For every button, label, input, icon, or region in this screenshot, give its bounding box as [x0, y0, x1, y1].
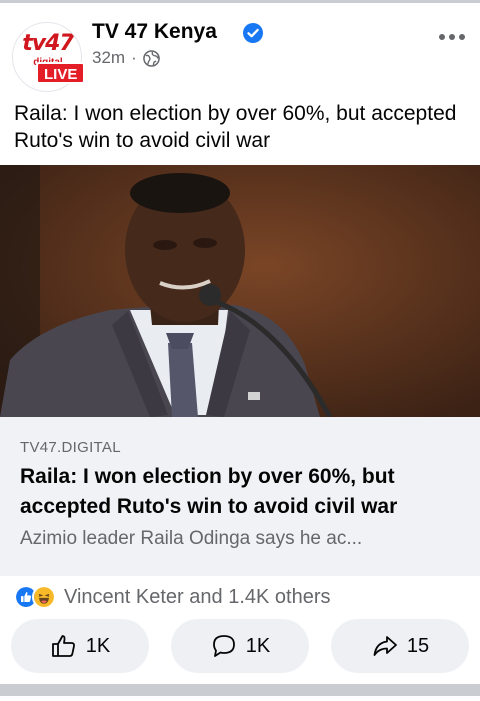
link-domain: TV47.DIGITAL	[20, 439, 121, 456]
like-button[interactable]: 1K	[11, 619, 149, 673]
haha-reaction-icon	[32, 585, 56, 609]
link-preview-meta[interactable]: TV47.DIGITAL Raila: I won election by ov…	[0, 417, 480, 576]
comment-button[interactable]: 1K	[171, 619, 309, 673]
page-name-link[interactable]: TV 47 Kenya	[92, 20, 217, 44]
reactions-text: Vincent Keter and 1.4K others	[64, 585, 331, 608]
share-arrow-icon	[373, 636, 397, 656]
comment-count: 1K	[245, 634, 271, 657]
like-count: 1K	[85, 634, 111, 657]
logo-text: tv47	[22, 31, 74, 56]
thumbs-up-icon	[51, 635, 75, 657]
post-text: Raila: I won election by over 60%, but a…	[14, 102, 457, 152]
top-divider	[0, 0, 480, 3]
link-title: Raila: I won election by over 60%, but a…	[20, 465, 398, 518]
post-timestamp[interactable]: 32m	[92, 48, 125, 68]
share-count: 15	[406, 634, 430, 657]
speaker-photo-illustration	[0, 165, 480, 417]
globe-icon	[142, 49, 160, 67]
comment-bubble-icon	[212, 635, 235, 657]
share-button[interactable]: 15	[331, 619, 469, 673]
reactions-summary[interactable]: Vincent Keter and 1.4K others	[14, 583, 330, 611]
live-badge: LIVE	[36, 62, 86, 84]
verified-badge-icon	[243, 23, 263, 43]
more-options-icon[interactable]	[438, 32, 466, 42]
meta-separator: ·	[131, 48, 137, 67]
link-description: Azimio leader Raila Odinga says he ac...	[20, 528, 363, 549]
link-preview-image[interactable]	[0, 165, 480, 417]
post-actions: 1K 1K 15	[11, 619, 469, 673]
post-separator	[0, 684, 480, 696]
post-meta: 32m ·	[92, 48, 160, 68]
